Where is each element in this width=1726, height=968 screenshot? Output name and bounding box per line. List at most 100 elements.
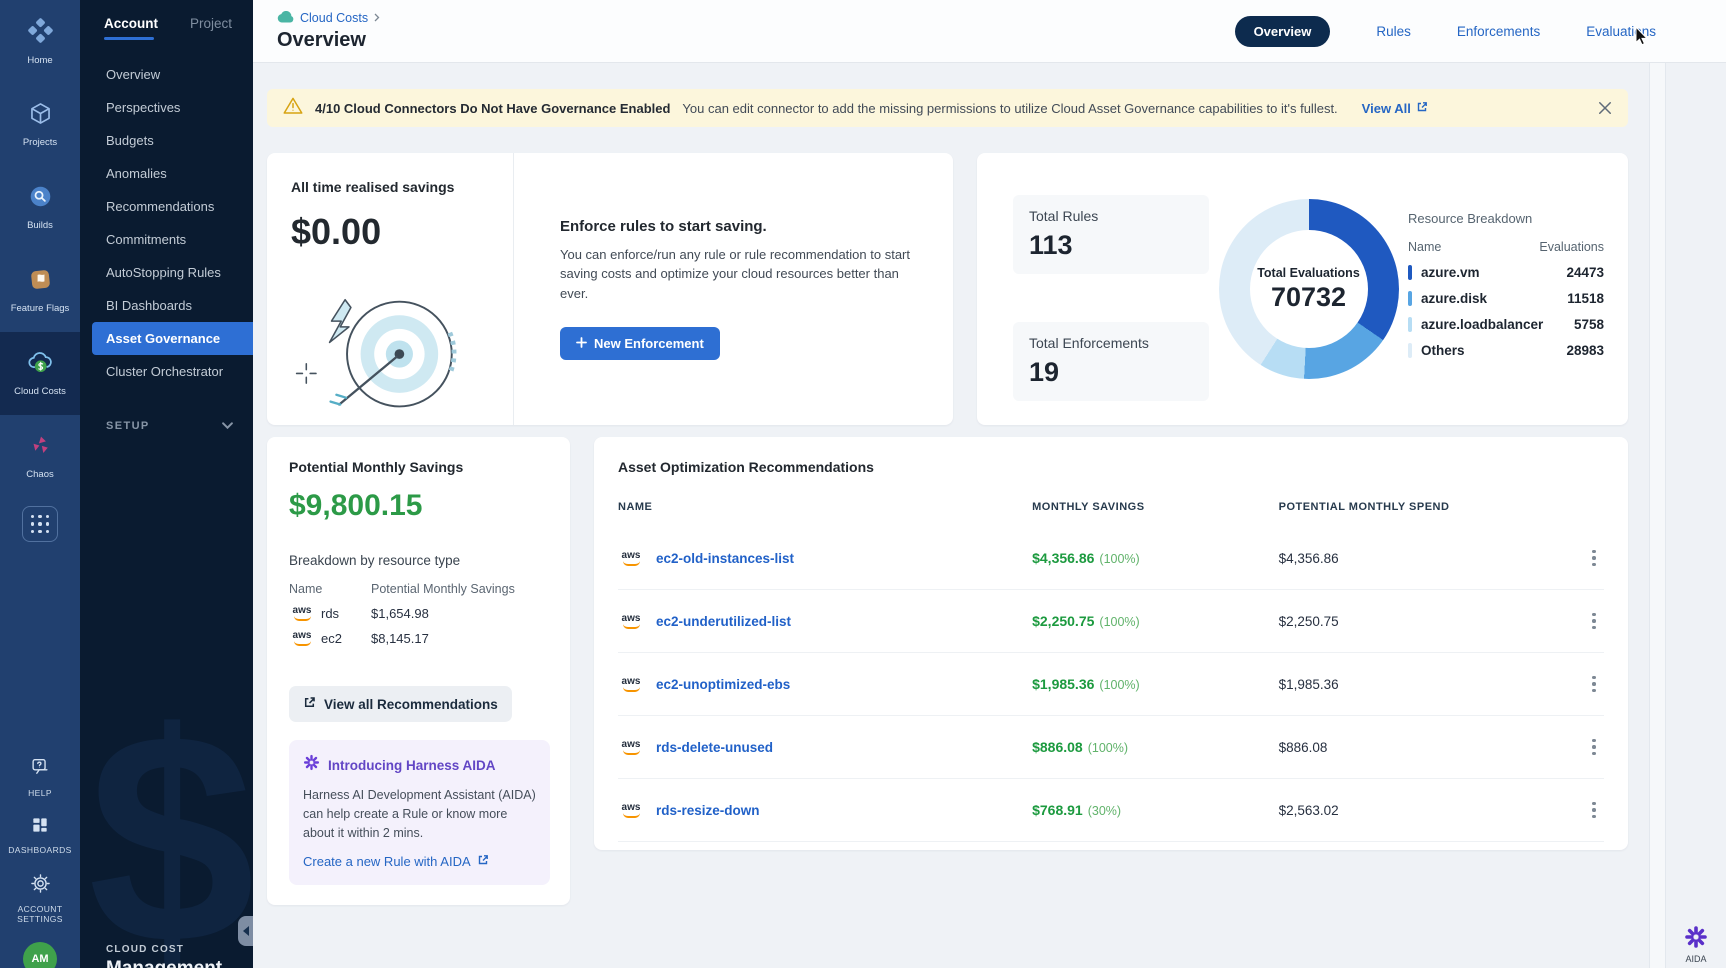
aida-flower-icon	[303, 754, 320, 776]
realised-savings-summary: All time realised savings $0.00	[267, 153, 514, 425]
aida-title: Introducing Harness AIDA	[328, 758, 496, 773]
legend-row: azure.loadbalancer 5758	[1408, 317, 1604, 332]
view-all-recommendations-button[interactable]: View all Recommendations	[289, 686, 512, 722]
rail-item-help[interactable]: HELP	[28, 756, 52, 799]
cta-title: Enforce rules to start saving.	[560, 218, 923, 235]
rail-item-cloud-costs[interactable]: Cloud Costs	[0, 332, 80, 415]
page-header: Cloud Costs Overview Overview Rules Enfo…	[253, 0, 1726, 63]
summary-row: All time realised savings $0.00	[267, 153, 1628, 425]
recommendation-link[interactable]: rds-resize-down	[656, 803, 760, 818]
sidebar-item-overview[interactable]: Overview	[80, 58, 253, 91]
sidebar-item-autostopping-rules[interactable]: AutoStopping Rules	[80, 256, 253, 289]
stat-tiles: Total Rules 113 Total Enforcements 19	[1013, 195, 1209, 425]
rail-item-feature-flags[interactable]: Feature Flags	[0, 249, 80, 332]
setup-section-toggle[interactable]: SETUP	[80, 412, 253, 440]
row-menu-kebab-icon[interactable]	[1584, 546, 1604, 571]
sidebar-item-perspectives[interactable]: Perspectives	[80, 91, 253, 124]
asset-optimization-card: Asset Optimization Recommendations NAME …	[594, 437, 1628, 850]
banner-title: 4/10 Cloud Connectors Do Not Have Govern…	[315, 101, 670, 116]
sidebar-item-commitments[interactable]: Commitments	[80, 223, 253, 256]
breakdown-row: aws ec2 $8,145.17	[289, 631, 550, 646]
plus-icon	[576, 336, 587, 351]
aws-icon: aws	[618, 551, 644, 566]
breadcrumb-cloud-costs-link[interactable]: Cloud Costs	[300, 11, 368, 25]
total-rules-tile: Total Rules 113	[1013, 195, 1209, 274]
row-menu-kebab-icon[interactable]	[1584, 735, 1604, 760]
tab-enforcements[interactable]: Enforcements	[1457, 24, 1540, 39]
chevron-left-icon	[243, 926, 249, 936]
tab-evaluations[interactable]: Evaluations	[1586, 24, 1656, 39]
user-avatar[interactable]: AM	[23, 942, 57, 968]
tab-project[interactable]: Project	[190, 16, 232, 40]
dollar-watermark: $	[88, 688, 253, 968]
total-enforcements-label: Total Enforcements	[1029, 335, 1193, 351]
table-row: aws rds-resize-down $768.91(30%) $2,563.…	[618, 779, 1604, 842]
module-rail: Home Projects Builds Feature Flags Cloud…	[0, 0, 80, 968]
module-picker-button[interactable]	[0, 498, 80, 550]
rail-item-chaos[interactable]: Chaos	[0, 415, 80, 498]
scrollbar[interactable]	[1649, 63, 1666, 968]
rail-item-projects[interactable]: Projects	[0, 83, 80, 166]
evaluations-chart-area: Total Evaluations 70732	[1209, 153, 1408, 425]
recommendation-link[interactable]: ec2-underutilized-list	[656, 614, 791, 629]
legend-color-azure-loadbalancer	[1408, 317, 1412, 332]
sidebar-item-asset-governance[interactable]: Asset Governance	[92, 322, 253, 355]
potential-savings-title: Potential Monthly Savings	[289, 459, 550, 475]
recommendations-table-header: NAME MONTHLY SAVINGS POTENTIAL MONTHLY S…	[618, 493, 1604, 527]
aida-fab-label: AIDA	[1685, 954, 1706, 964]
chevron-down-icon	[222, 420, 233, 432]
aida-assistant-button[interactable]: AIDA	[1684, 925, 1708, 964]
breakdown-title: Breakdown by resource type	[289, 553, 550, 568]
table-row: aws rds-delete-unused $886.08(100%) $886…	[618, 716, 1604, 779]
external-link-icon	[303, 696, 316, 712]
recommendation-link[interactable]: ec2-old-instances-list	[656, 551, 794, 566]
cloud-costs-sidebar: Account Project Overview Perspectives Bu…	[80, 0, 253, 968]
rail-item-label: Projects	[4, 137, 76, 148]
page-title: Overview	[277, 29, 380, 52]
row-menu-kebab-icon[interactable]	[1584, 609, 1604, 634]
new-enforcement-button[interactable]: New Enforcement	[560, 327, 720, 360]
tab-rules[interactable]: Rules	[1376, 24, 1411, 39]
recommendation-link[interactable]: rds-delete-unused	[656, 740, 773, 755]
legend-row: azure.disk 11518	[1408, 291, 1604, 306]
view-all-link[interactable]: View All	[1362, 101, 1428, 116]
sidebar-item-cluster-orchestrator[interactable]: Cluster Orchestrator	[80, 355, 253, 388]
donut-center: Total Evaluations 70732	[1250, 230, 1368, 348]
legend-headers: Name Evaluations	[1408, 240, 1604, 254]
rail-item-dashboards[interactable]: DASHBOARDS	[8, 815, 72, 856]
close-icon[interactable]	[1598, 101, 1612, 115]
recommendations-row: Potential Monthly Savings $9,800.15 Brea…	[267, 437, 1628, 905]
row-menu-kebab-icon[interactable]	[1584, 798, 1604, 823]
sidebar-collapse-button[interactable]	[238, 916, 253, 946]
tab-account[interactable]: Account	[104, 16, 158, 40]
aws-icon: aws	[618, 803, 644, 818]
aws-icon: aws	[289, 631, 315, 646]
legend-title: Resource Breakdown	[1408, 211, 1604, 226]
breakdown-headers: Name Potential Monthly Savings	[289, 582, 550, 596]
governance-stats-card: Total Rules 113 Total Enforcements 19 To…	[977, 153, 1628, 425]
row-menu-kebab-icon[interactable]	[1584, 672, 1604, 697]
create-rule-with-aida-link[interactable]: Create a new Rule with AIDA	[303, 854, 536, 869]
realised-savings-amount: $0.00	[291, 211, 489, 253]
legend-row: Others 28983	[1408, 343, 1604, 358]
help-chat-icon	[29, 756, 51, 783]
rail-item-label: HELP	[28, 788, 52, 799]
sidebar-item-bi-dashboards[interactable]: BI Dashboards	[80, 289, 253, 322]
legend-color-others	[1408, 343, 1412, 358]
sidebar-item-anomalies[interactable]: Anomalies	[80, 157, 253, 190]
sidebar-menu: Overview Perspectives Budgets Anomalies …	[80, 58, 253, 388]
recommendation-link[interactable]: ec2-unoptimized-ebs	[656, 677, 790, 692]
rail-item-account-settings[interactable]: ACCOUNT SETTINGS	[8, 873, 72, 925]
rail-item-home[interactable]: Home	[0, 0, 80, 83]
sidebar-item-recommendations[interactable]: Recommendations	[80, 190, 253, 223]
scope-tabs: Account Project	[80, 0, 253, 50]
legend-color-azure-vm	[1408, 265, 1412, 280]
sidebar-item-budgets[interactable]: Budgets	[80, 124, 253, 157]
cloud-icon	[277, 11, 294, 26]
tab-overview[interactable]: Overview	[1235, 16, 1331, 47]
chaos-icon	[28, 433, 53, 463]
builds-icon	[28, 184, 53, 214]
rail-item-builds[interactable]: Builds	[0, 166, 80, 249]
external-link-icon	[477, 854, 489, 869]
rail-item-label: Chaos	[4, 469, 76, 480]
